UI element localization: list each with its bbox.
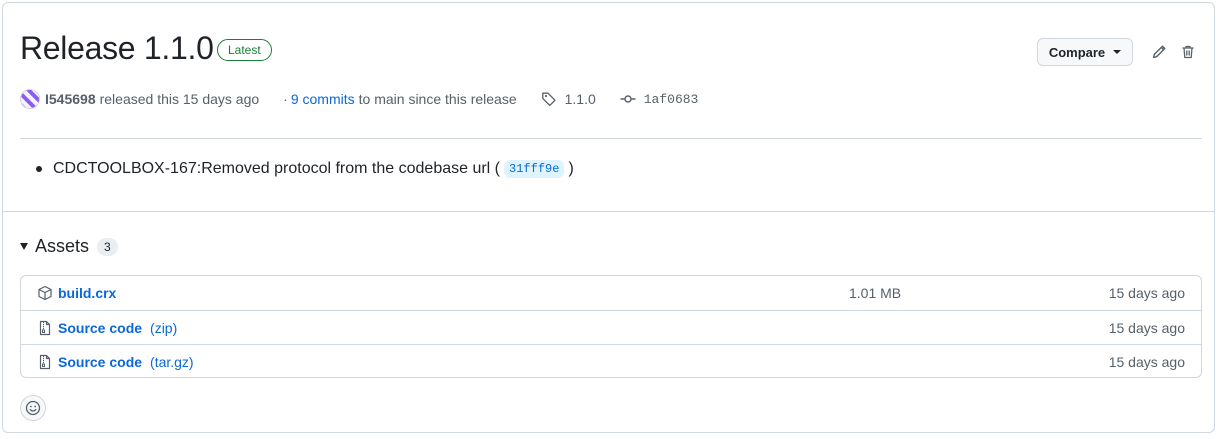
- delete-button[interactable]: [1178, 42, 1198, 62]
- chevron-down-icon: [1113, 50, 1122, 54]
- triangle-down-icon: [20, 243, 28, 250]
- git-commit-icon: [620, 95, 636, 103]
- asset-name[interactable]: Source code (zip): [58, 320, 177, 336]
- assets-list: build.crx 1.01 MB 15 days ago Source cod…: [20, 275, 1202, 378]
- file-zip-icon: [39, 354, 51, 370]
- asset-row[interactable]: Source code (zip) 15 days ago: [21, 311, 1201, 345]
- release-note-item: CDCTOOLBOX-167:Removed protocol from the…: [36, 160, 574, 178]
- release-card: Release 1.1.0 Latest Compare I545698 rel…: [2, 2, 1215, 433]
- author-link[interactable]: I545698: [45, 91, 96, 107]
- commit-sha-link[interactable]: 1af0683: [644, 92, 699, 107]
- asset-ext: (zip): [150, 320, 178, 336]
- tag-link[interactable]: 1.1.0: [565, 91, 596, 107]
- release-note-close: ): [568, 160, 574, 177]
- release-meta: I545698 released this 15 days ago · 9 co…: [20, 87, 698, 111]
- asset-size: 1.01 MB: [849, 285, 902, 301]
- add-reaction-button[interactable]: [20, 395, 46, 421]
- asset-date: 15 days ago: [1108, 285, 1185, 301]
- asset-date: 15 days ago: [1108, 320, 1185, 336]
- pencil-icon: [1152, 45, 1166, 59]
- compare-label: Compare: [1048, 44, 1106, 60]
- assets-heading: Assets: [35, 236, 90, 256]
- commits-link[interactable]: 9 commits: [291, 91, 355, 107]
- released-text: released this 15 days ago: [99, 91, 260, 107]
- edit-button[interactable]: [1149, 42, 1169, 62]
- latest-badge: Latest: [217, 39, 272, 61]
- smiley-icon: [25, 400, 41, 416]
- release-title[interactable]: Release 1.1.0: [20, 28, 214, 68]
- assets-count: 3: [97, 237, 118, 256]
- avatar[interactable]: [20, 89, 40, 109]
- assets-toggle[interactable]: Assets 3: [20, 236, 118, 257]
- header-divider: [20, 138, 1202, 139]
- release-note-text: CDCTOOLBOX-167:Removed protocol from the…: [53, 160, 501, 177]
- asset-row[interactable]: build.crx 1.01 MB 15 days ago: [21, 276, 1201, 310]
- asset-row[interactable]: Source code (tar.gz) 15 days ago: [21, 345, 1201, 379]
- trash-icon: [1182, 45, 1194, 59]
- section-divider: [3, 211, 1214, 212]
- asset-name[interactable]: Source code (tar.gz): [58, 354, 194, 370]
- commits-separator: ·: [283, 91, 288, 107]
- bullet: [36, 166, 42, 172]
- tag-icon: [541, 92, 556, 107]
- compare-button[interactable]: Compare: [1037, 38, 1133, 66]
- asset-date: 15 days ago: [1108, 354, 1185, 370]
- file-zip-icon: [39, 320, 51, 336]
- asset-name[interactable]: build.crx: [58, 285, 116, 301]
- commit-sha-pill[interactable]: 31fff9e: [504, 160, 565, 178]
- package-icon: [38, 285, 52, 301]
- commits-suffix: to main since this release: [358, 91, 517, 107]
- asset-ext: (tar.gz): [150, 354, 194, 370]
